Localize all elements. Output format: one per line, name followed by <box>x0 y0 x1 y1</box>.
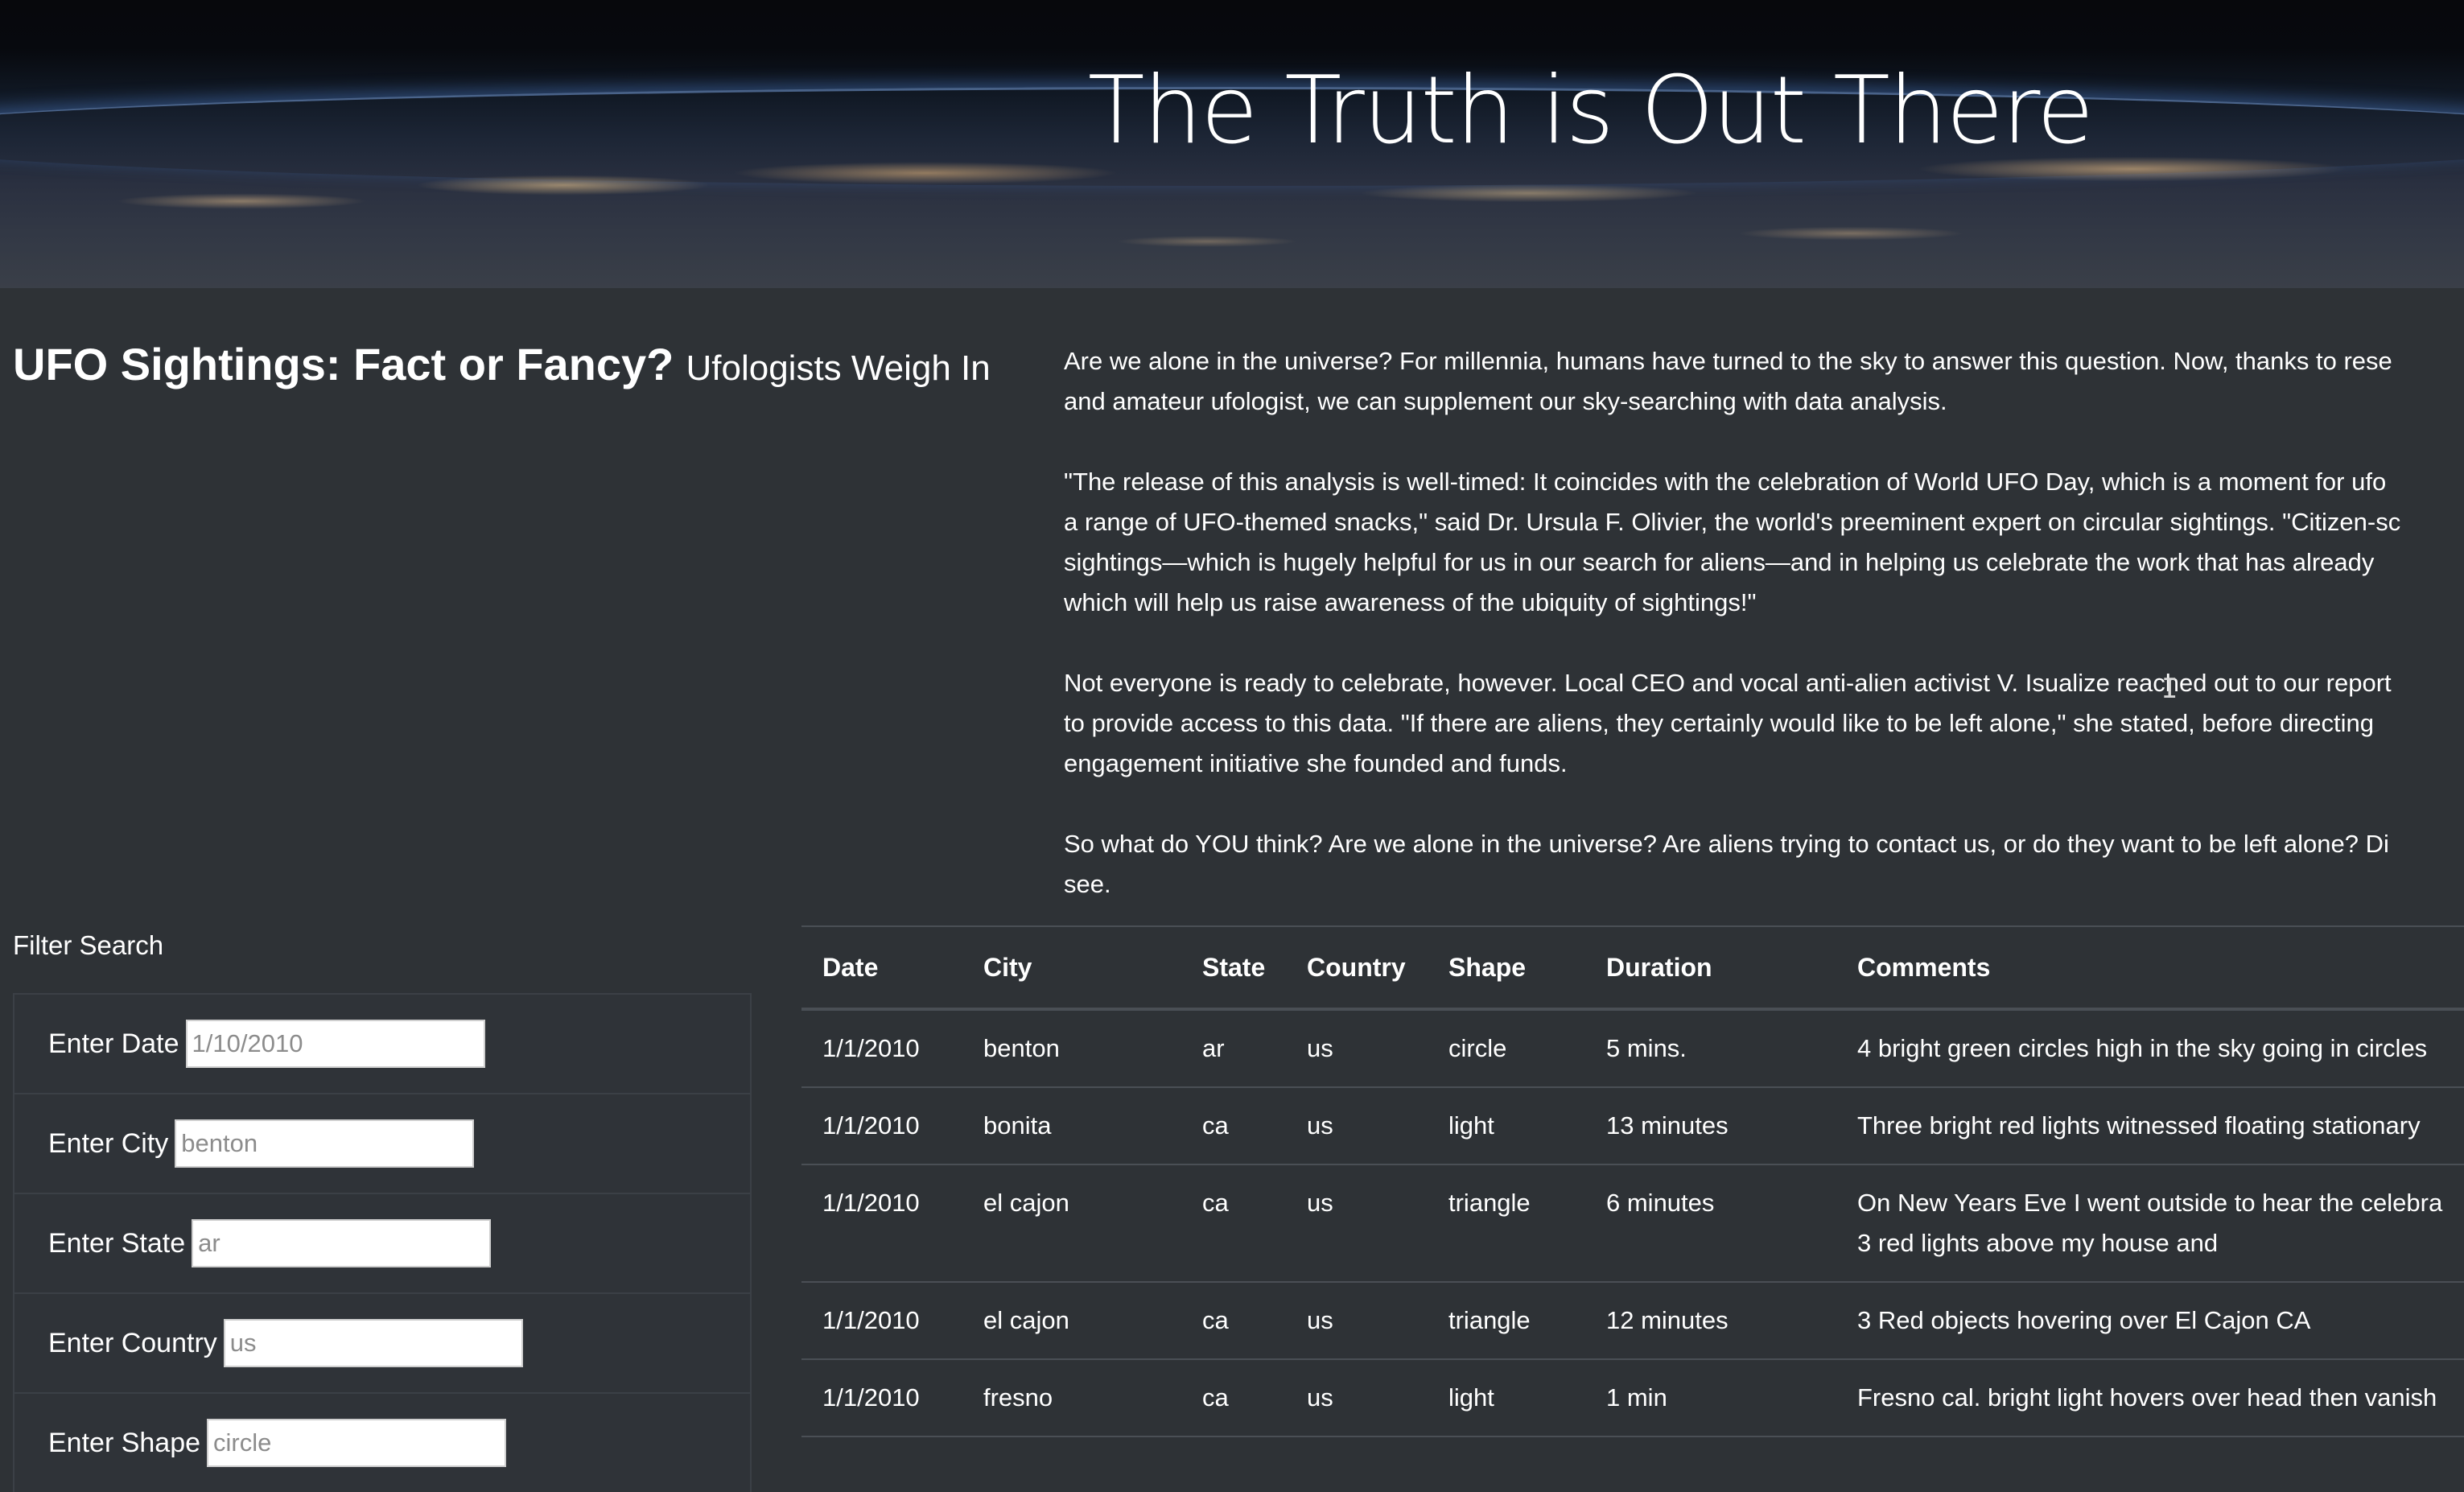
article-line: "The release of this analysis is well-ti… <box>1064 468 2387 496</box>
table-cell-date: 1/1/2010 <box>801 1087 962 1165</box>
table-header: Date City State Country Shape Duration Comment… <box>801 925 2464 1011</box>
filter-label-shape: Enter Shape <box>48 1427 201 1458</box>
table-cell-city: benton <box>962 1009 1181 1088</box>
column-header-comments: Comments <box>1836 925 2464 1011</box>
article-line: engagement initiative she founded and fu… <box>1064 749 1568 777</box>
table-cell-date: 1/1/2010 <box>801 1359 962 1437</box>
article-line: Are we alone in the universe? For millen… <box>1064 347 2392 375</box>
filter-label-country: Enter Country <box>48 1327 217 1358</box>
table-cell-date: 1/1/2010 <box>801 1164 962 1283</box>
table-cell-country: us <box>1286 1359 1428 1437</box>
table-cell-comments: 4 bright green circles high in the sky g… <box>1836 1009 2464 1088</box>
comment-line: On New Years Eve I went outside to hear … <box>1857 1189 2443 1217</box>
table-row: 1/1/2010 fresno ca us light 1 min Fresno cal. … <box>801 1359 2464 1437</box>
table-cell-duration: 1 min <box>1585 1359 1836 1437</box>
table-cell-city: fresno <box>962 1359 1181 1437</box>
article-line: Not everyone is ready to celebrate, howe… <box>1064 669 2392 697</box>
table-cell-comments: Three bright red lights witnessed floati… <box>1836 1087 2464 1165</box>
filter-label-state: Enter State <box>48 1227 186 1259</box>
article-paragraph: So what do YOU think? Are we alone in th… <box>1064 824 2464 905</box>
article-line: sightings—which is hugely helpful for us… <box>1064 548 2375 576</box>
table-body: 1/1/2010 benton ar us circle 5 mins. 4 bright … <box>801 1009 2464 1437</box>
headline: UFO Sightings: Fact or Fancy? Ufologists… <box>13 338 991 390</box>
article-paragraph: "The release of this analysis is well-ti… <box>1064 462 2464 623</box>
table-cell-country: us <box>1286 1282 1428 1360</box>
table-cell-state: ca <box>1181 1359 1286 1437</box>
table-cell-shape: triangle <box>1428 1282 1585 1360</box>
table-row: 1/1/2010 bonita ca us light 13 minutes Three b… <box>801 1087 2464 1165</box>
table-cell-city: el cajon <box>962 1282 1181 1360</box>
article-line: So what do YOU think? Are we alone in th… <box>1064 830 2389 858</box>
article-line: which will help us raise awareness of th… <box>1064 588 1757 616</box>
table-cell-duration: 13 minutes <box>1585 1087 1836 1165</box>
filter-title: Filter Search <box>13 930 164 960</box>
table-cell-city: el cajon <box>962 1164 1181 1283</box>
filter-item-date: Enter Date <box>13 993 752 1093</box>
table-cell-state: ca <box>1181 1282 1286 1360</box>
sightings-table: Date City State Country Shape Duration Comment… <box>801 925 2464 1437</box>
column-header-duration: Duration <box>1585 925 1836 1011</box>
article: Are we alone in the universe? For millen… <box>1064 341 2464 945</box>
table-header-row: Date City State Country Shape Duration Comment… <box>801 925 2464 1011</box>
article-line: a range of UFO-themed snacks," said Dr. … <box>1064 508 2401 536</box>
filter-label-date: Enter Date <box>48 1028 179 1059</box>
table-cell-country: us <box>1286 1009 1428 1088</box>
table-cell-shape: light <box>1428 1359 1585 1437</box>
column-header-shape: Shape <box>1428 925 1585 1011</box>
article-paragraph: Not everyone is ready to celebrate, howe… <box>1064 663 2464 784</box>
article-line: and amateur ufologist, we can supplement… <box>1064 387 1947 415</box>
table-cell-comments: 3 Red objects hovering over El Cajon CA <box>1836 1282 2464 1360</box>
table-cell-duration: 12 minutes <box>1585 1282 1836 1360</box>
table-cell-state: ar <box>1181 1009 1286 1088</box>
table-cell-comments: On New Years Eve I went outside to hear … <box>1836 1164 2464 1283</box>
column-header-date: Date <box>801 925 962 1011</box>
filter-item-state: Enter State <box>13 1193 752 1292</box>
article-line: see. <box>1064 870 1111 898</box>
shape-input[interactable] <box>207 1419 507 1467</box>
table-cell-duration: 6 minutes <box>1585 1164 1836 1283</box>
country-input[interactable] <box>223 1319 523 1367</box>
table-cell-city: bonita <box>962 1087 1181 1165</box>
table-cell-state: ca <box>1181 1164 1286 1283</box>
filter-list: Enter Date Enter City Enter State Enter Cou… <box>13 993 752 1492</box>
table-cell-date: 1/1/2010 <box>801 1282 962 1360</box>
hero-banner: The Truth is Out There <box>0 0 2464 288</box>
article-paragraph: Are we alone in the universe? For millen… <box>1064 341 2464 422</box>
headline-main: UFO Sightings: Fact or Fancy? <box>13 339 674 389</box>
filter-label-city: Enter City <box>48 1127 169 1159</box>
city-input[interactable] <box>175 1119 475 1168</box>
comment-line: 3 red lights above my house and <box>1857 1229 2219 1257</box>
table-cell-country: us <box>1286 1087 1428 1165</box>
state-input[interactable] <box>192 1219 492 1267</box>
table-cell-comments: Fresno cal. bright light hovers over hea… <box>1836 1359 2464 1437</box>
table-cell-duration: 5 mins. <box>1585 1009 1836 1088</box>
filter-item-shape: Enter Shape <box>13 1392 752 1492</box>
text-cursor-icon: I <box>2161 673 2178 705</box>
table-cell-country: us <box>1286 1164 1428 1283</box>
column-header-state: State <box>1181 925 1286 1011</box>
table-cell-shape: triangle <box>1428 1164 1585 1283</box>
filter-item-country: Enter Country <box>13 1292 752 1392</box>
headline-sub: Ufologists Weigh In <box>686 348 991 388</box>
table-cell-state: ca <box>1181 1087 1286 1165</box>
hero-title: The Truth is Out There <box>1087 56 2094 165</box>
sightings-table-container: Date City State Country Shape Duration Comment… <box>801 925 2464 1492</box>
table-cell-shape: circle <box>1428 1009 1585 1088</box>
article-line: to provide access to this data. "If ther… <box>1064 709 2375 737</box>
table-row: 1/1/2010 el cajon ca us triangle 6 minutes On … <box>801 1164 2464 1283</box>
table-cell-date: 1/1/2010 <box>801 1009 962 1088</box>
column-header-city: City <box>962 925 1181 1011</box>
table-row: 1/1/2010 el cajon ca us triangle 12 minutes 3 … <box>801 1282 2464 1360</box>
table-cell-shape: light <box>1428 1087 1585 1165</box>
filter-item-city: Enter City <box>13 1093 752 1193</box>
table-row: 1/1/2010 benton ar us circle 5 mins. 4 bright … <box>801 1009 2464 1088</box>
date-input[interactable] <box>185 1020 485 1068</box>
column-header-country: Country <box>1286 925 1428 1011</box>
